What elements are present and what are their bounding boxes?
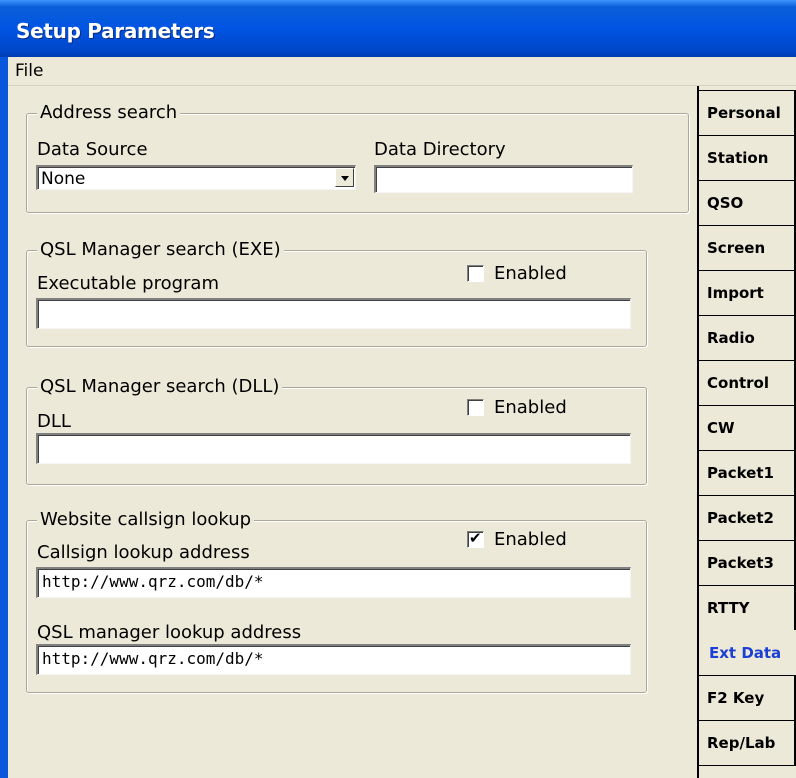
tab-rtty[interactable]: RTTY [699,585,796,631]
callsign-lookup-input[interactable]: http://www.qrz.com/db/* [36,567,631,598]
tab-control[interactable]: Control [699,360,796,406]
tab-import[interactable]: Import [699,270,796,316]
data-source-label: Data Source [37,139,148,160]
setup-window: Setup Parameters File Address search Dat… [0,0,796,778]
qsl-manager-lookup-value: http://www.qrz.com/db/* [42,649,264,668]
executable-program-label: Executable program [37,273,219,294]
window-title: Setup Parameters [16,19,215,43]
tab-qso[interactable]: QSO [699,180,796,226]
callsign-lookup-label: Callsign lookup address [37,542,250,563]
qsl-exe-enabled-label[interactable]: Enabled [494,263,567,284]
tab-label: Radio [707,329,755,347]
tab-label: Rep/Lab [707,734,776,752]
address-search-group: Address search [26,102,689,213]
tab-ext-data[interactable]: Ext Data [699,630,796,676]
website-enabled-checkbox[interactable]: ✔ [467,529,484,548]
website-enabled-label[interactable]: Enabled [494,529,567,550]
tab-packet2[interactable]: Packet2 [699,495,796,541]
executable-program-input[interactable] [36,298,631,329]
data-source-value: None [41,169,86,189]
data-directory-input[interactable] [374,165,633,193]
qsl-exe-legend: QSL Manager search (EXE) [37,239,284,260]
tab-label: Personal [707,104,781,122]
menu-bar: File [8,57,796,86]
data-source-select[interactable]: None [36,165,356,190]
tab-screen[interactable]: Screen [699,225,796,271]
callsign-lookup-value: http://www.qrz.com/db/* [42,572,264,591]
tab-label: QSO [707,194,744,212]
qsl-manager-lookup-label: QSL manager lookup address [37,622,302,643]
tab-label: Control [707,374,770,392]
address-search-legend: Address search [37,102,181,123]
tab-label: CW [707,419,735,437]
tab-f2-key[interactable]: F2 Key [699,675,796,721]
menu-file[interactable]: File [12,60,46,82]
dll-label: DLL [37,411,71,432]
qsl-dll-enabled-checkbox[interactable] [467,399,484,416]
tab-radio[interactable]: Radio [699,315,796,361]
tab-label: Import [707,284,764,302]
title-bar[interactable]: Setup Parameters [0,0,796,57]
data-source-dropdown-button[interactable] [335,168,354,187]
tab-label: Station [707,149,769,167]
tab-label: RTTY [707,599,750,617]
data-directory-label: Data Directory [374,139,506,160]
tab-label: Ext Data [709,644,782,662]
tab-cw[interactable]: CW [699,405,796,451]
tab-packet1[interactable]: Packet1 [699,450,796,496]
tab-packet3[interactable]: Packet3 [699,540,796,586]
check-icon: ✔ [469,529,482,547]
tab-label: Packet3 [707,554,774,572]
qsl-manager-lookup-input[interactable]: http://www.qrz.com/db/* [36,644,631,675]
tab-label: F2 Key [707,689,765,707]
qsl-exe-enabled-checkbox[interactable] [467,265,484,282]
chevron-down-icon [341,176,349,181]
tab-rep-lab[interactable]: Rep/Lab [699,720,796,766]
dll-input[interactable] [36,433,631,464]
qsl-dll-enabled-label[interactable]: Enabled [494,397,567,418]
qsl-dll-legend: QSL Manager search (DLL) [37,376,283,397]
tab-label: Packet2 [707,509,774,527]
tab-personal[interactable]: Personal [699,90,796,136]
tab-label: Packet1 [707,464,774,482]
website-lookup-legend: Website callsign lookup [37,509,255,530]
tab-station[interactable]: Station [699,135,796,181]
window-left-border [0,57,8,778]
tab-label: Screen [707,239,766,257]
